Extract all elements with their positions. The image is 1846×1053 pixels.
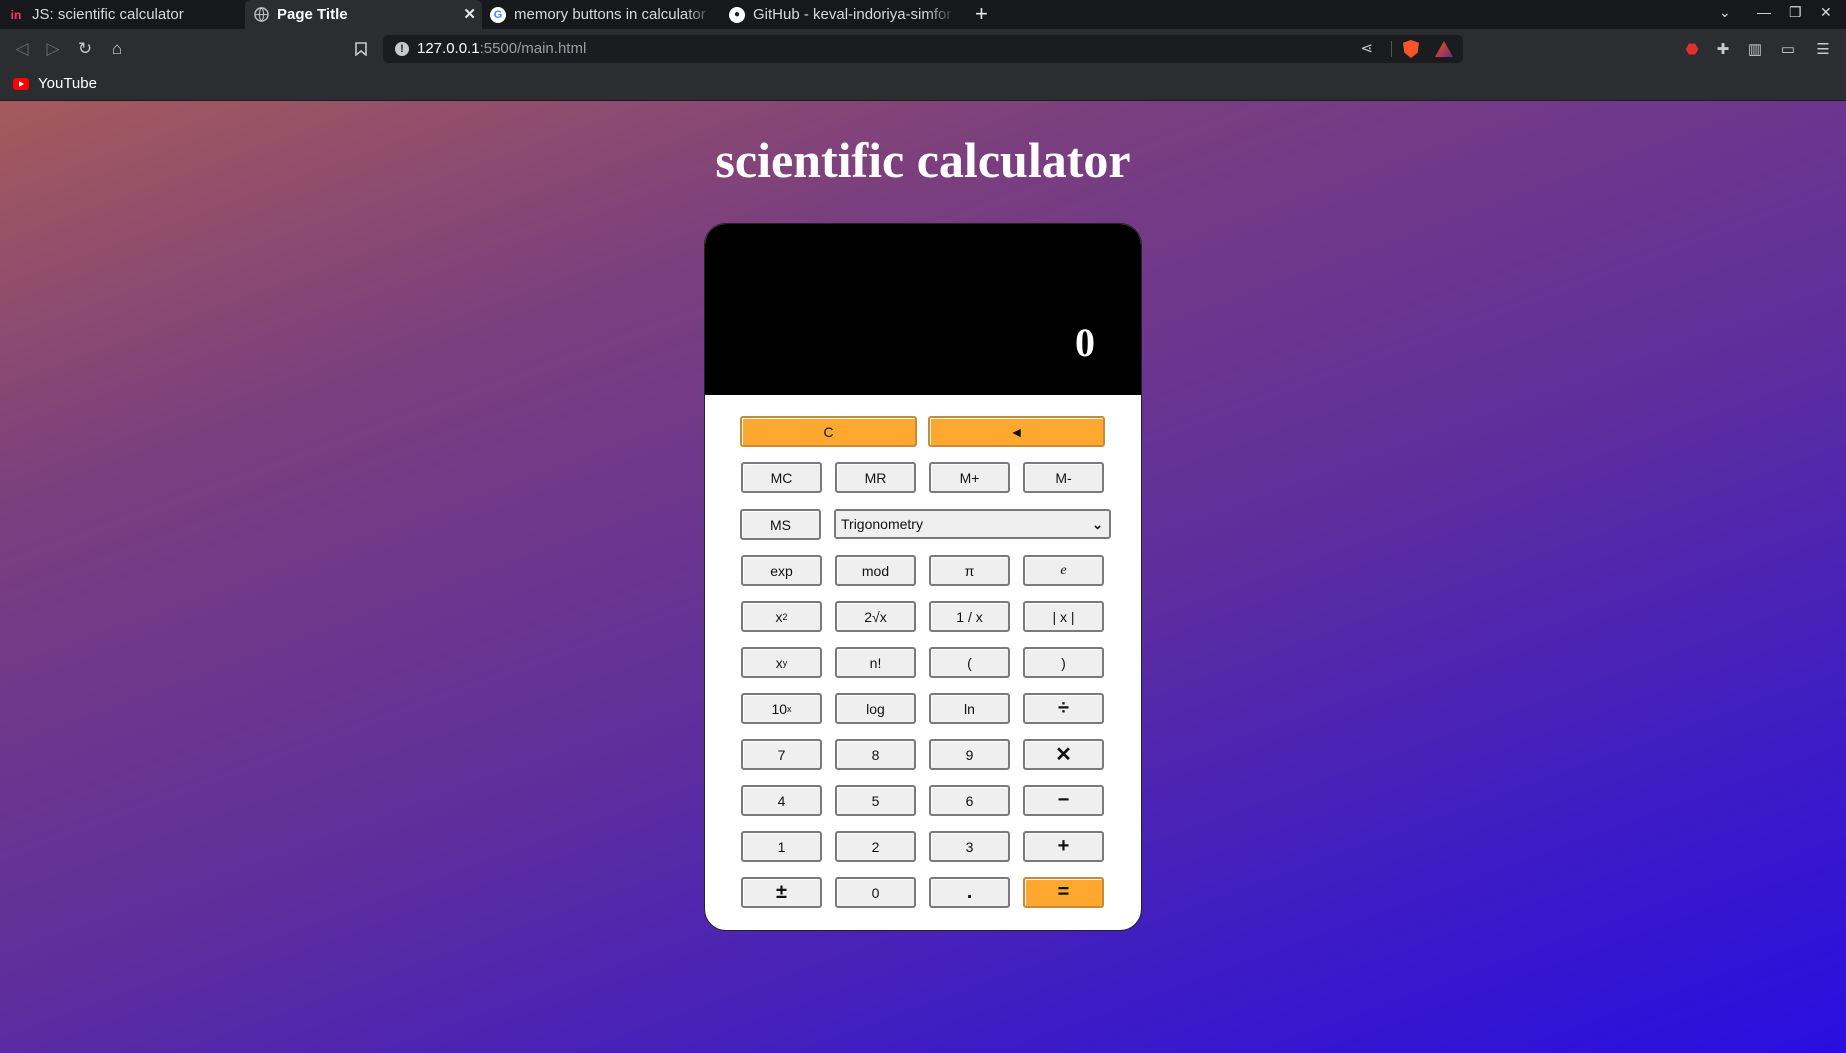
digit-2-button[interactable]: 2 xyxy=(835,831,916,862)
negate-button[interactable]: ± xyxy=(741,877,822,908)
page-viewport: scientific calculator 0 C ◄ MC MR M+ M- … xyxy=(0,101,1846,1053)
reload-icon[interactable]: ↻ xyxy=(73,37,97,61)
square-root-button[interactable]: 2√x xyxy=(835,601,916,632)
digit-9-button[interactable]: 9 xyxy=(929,739,1010,770)
function-select[interactable]: Trigonometry ⌄ xyxy=(834,509,1111,539)
restore-icon[interactable]: ❐ xyxy=(1789,4,1802,21)
equals-button[interactable]: = xyxy=(1023,877,1104,908)
tab-js-calculator[interactable]: in JS: scientific calculator xyxy=(8,0,243,29)
digit-7-button[interactable]: 7 xyxy=(741,739,822,770)
ten-power-button[interactable]: 10 x xyxy=(741,693,822,724)
tab-memory-buttons[interactable]: G memory buttons in calculator xyxy=(490,0,715,29)
log-button[interactable]: log xyxy=(835,693,916,724)
tab-title: JS: scientific calculator xyxy=(32,6,184,23)
tab-github[interactable]: ● GitHub - keval-indoriya-simfor xyxy=(729,0,956,29)
back-icon[interactable]: ◁ xyxy=(10,37,34,61)
tab-title: Page Title xyxy=(277,6,348,23)
digit-4-button[interactable]: 4 xyxy=(741,785,822,816)
close-window-icon[interactable]: ✕ xyxy=(1820,4,1832,21)
absolute-button[interactable]: | x | xyxy=(1023,601,1104,632)
exp-button[interactable]: exp xyxy=(741,555,822,586)
tab-page-title[interactable]: Page Title ✕ xyxy=(245,0,482,29)
close-paren-button[interactable]: ) xyxy=(1023,647,1104,678)
decimal-button[interactable]: . xyxy=(929,877,1010,908)
digit-0-button[interactable]: 0 xyxy=(835,877,916,908)
digit-3-button[interactable]: 3 xyxy=(929,831,1010,862)
wallet-icon[interactable]: ▭ xyxy=(1779,40,1797,58)
menu-icon[interactable]: ☰ xyxy=(1814,40,1832,58)
subtract-button[interactable]: − xyxy=(1023,785,1104,816)
github-icon: ● xyxy=(729,6,745,23)
google-icon: G xyxy=(490,6,506,23)
new-tab-button[interactable]: + xyxy=(975,2,988,26)
memory-subtract-button[interactable]: M- xyxy=(1023,462,1104,493)
display-value: 0 xyxy=(1075,320,1095,365)
share-icon[interactable]: ⋖ xyxy=(1360,39,1373,57)
bookmark-label: YouTube xyxy=(38,75,97,92)
extensions-icon[interactable]: ✚ xyxy=(1714,40,1732,58)
open-paren-button[interactable]: ( xyxy=(929,647,1010,678)
home-icon[interactable]: ⌂ xyxy=(105,37,129,61)
url-text: 127.0.0.1:5500/main.html xyxy=(417,40,587,57)
memory-clear-button[interactable]: MC xyxy=(741,462,822,493)
tab-title: GitHub - keval-indoriya-simfor xyxy=(753,6,952,23)
calculator: 0 C ◄ MC MR M+ M- MS Trigonometry ⌄ exp … xyxy=(704,223,1142,931)
reciprocal-button[interactable]: 1 / x xyxy=(929,601,1010,632)
tab-list-chevron-icon[interactable]: ⌄ xyxy=(1719,4,1731,21)
minimize-icon[interactable]: — xyxy=(1757,4,1771,20)
bookmarks-bar: YouTube xyxy=(0,69,1846,101)
power-button[interactable]: xy xyxy=(741,647,822,678)
invision-icon: in xyxy=(10,7,22,22)
brave-rewards-icon[interactable] xyxy=(1435,41,1453,57)
brave-shield-icon[interactable] xyxy=(1403,40,1419,58)
site-info-icon[interactable]: ! xyxy=(395,42,409,56)
function-select-value: Trigonometry xyxy=(841,516,923,532)
globe-icon xyxy=(253,7,269,23)
vpn-icon[interactable]: ⬣ xyxy=(1683,40,1701,58)
sidebar-icon[interactable]: ▥ xyxy=(1746,40,1764,58)
add-button[interactable]: + xyxy=(1023,831,1104,862)
close-tab-icon[interactable]: ✕ xyxy=(463,5,476,23)
digit-8-button[interactable]: 8 xyxy=(835,739,916,770)
digit-1-button[interactable]: 1 xyxy=(741,831,822,862)
clear-button[interactable]: C xyxy=(740,416,917,447)
address-bar[interactable]: ! 127.0.0.1:5500/main.html ⋖ xyxy=(383,35,1463,63)
square-button[interactable]: x2 xyxy=(741,601,822,632)
tab-title: memory buttons in calculator xyxy=(514,6,706,23)
navigation-toolbar: ◁ ▷ ↻ ⌂ ! 127.0.0.1:5500/main.html ⋖ ⬣ ✚… xyxy=(0,29,1846,69)
bookmark-icon[interactable] xyxy=(349,37,373,61)
page-title: scientific calculator xyxy=(715,132,1131,188)
euler-button[interactable]: e xyxy=(1023,555,1104,586)
mod-button[interactable]: mod xyxy=(835,555,916,586)
ln-button[interactable]: ln xyxy=(929,693,1010,724)
digit-6-button[interactable]: 6 xyxy=(929,785,1010,816)
bookmark-youtube[interactable]: YouTube xyxy=(13,75,97,92)
multiply-button[interactable]: ✕ xyxy=(1023,739,1104,770)
memory-recall-button[interactable]: MR xyxy=(835,462,916,493)
youtube-icon xyxy=(13,77,29,90)
chevron-down-icon: ⌄ xyxy=(1092,517,1103,532)
pi-button[interactable]: π xyxy=(929,555,1010,586)
forward-icon[interactable]: ▷ xyxy=(41,37,65,61)
factorial-button[interactable]: n! xyxy=(835,647,916,678)
backspace-button[interactable]: ◄ xyxy=(928,416,1105,447)
memory-store-button[interactable]: MS xyxy=(740,509,821,540)
digit-5-button[interactable]: 5 xyxy=(835,785,916,816)
calculator-display: 0 xyxy=(705,224,1141,395)
divide-button[interactable]: ÷ xyxy=(1023,693,1104,724)
memory-add-button[interactable]: M+ xyxy=(929,462,1010,493)
tab-strip: in JS: scientific calculator Page Title … xyxy=(0,0,1846,29)
